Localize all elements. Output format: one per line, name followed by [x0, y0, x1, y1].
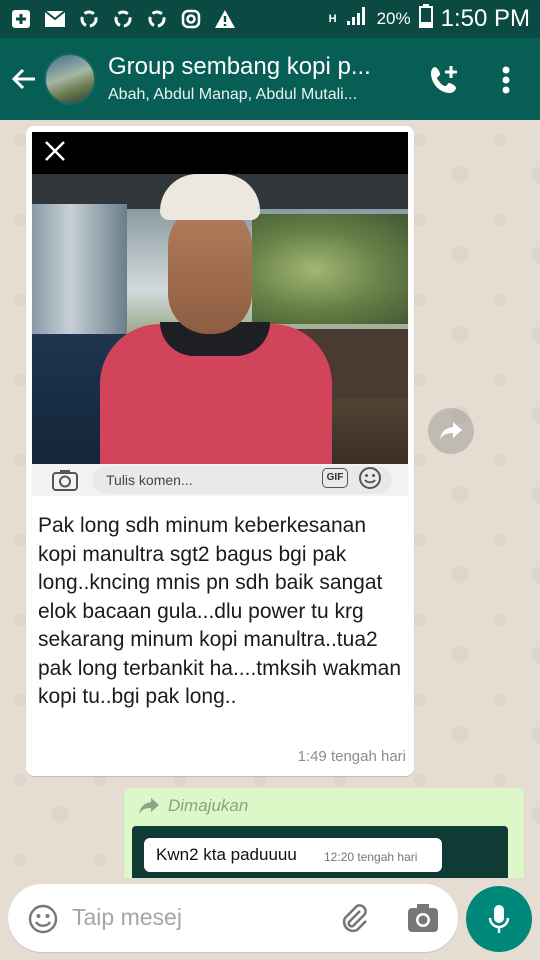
outgoing-message[interactable]: Dimajukan Kwn2 kta paduuuu 12:20 tengah … [124, 788, 524, 878]
back-button[interactable] [2, 38, 46, 120]
quoted-message: Kwn2 kta paduuuu 12:20 tengah hari [144, 838, 442, 872]
group-members: Abah, Abdul Manap, Abdul Mutali... [108, 86, 358, 103]
chat-header: Group sembang kopi p... Abah, Abdul Mana… [0, 38, 540, 120]
battery-icon [418, 4, 433, 34]
more-options-button[interactable] [488, 60, 524, 100]
message-timestamp: 1:49 tengah hari [297, 748, 406, 765]
instagram-icon [180, 8, 202, 30]
microphone-icon [488, 905, 510, 933]
forwarded-icon [139, 798, 159, 814]
battery-percent: 20% [376, 9, 411, 28]
group-avatar[interactable] [44, 53, 96, 105]
chat-area[interactable]: Tulis komen... GIF Pak long sdh minum ke… [0, 120, 540, 878]
network-type: H [328, 13, 337, 25]
photo-of-man [32, 174, 408, 464]
signal-icon [345, 5, 369, 33]
clock: 1:50 PM [440, 5, 530, 32]
chat-title-area[interactable]: Group sembang kopi p... Abah, Abdul Mana… [108, 52, 438, 106]
forwarded-image[interactable]: Kwn2 kta paduuuu 12:20 tengah hari [132, 826, 508, 878]
group-name: Group sembang kopi p... [108, 53, 371, 80]
comment-bar: Tulis komen... GIF [32, 464, 408, 496]
incoming-message[interactable]: Tulis komen... GIF Pak long sdh minum ke… [26, 126, 414, 776]
camera-icon [52, 469, 78, 491]
emoji-icon[interactable] [28, 904, 58, 934]
add-call-button[interactable] [424, 60, 464, 100]
shared-screenshot[interactable]: Tulis komen... GIF [32, 132, 408, 496]
mail-icon [44, 8, 66, 30]
close-icon [42, 138, 68, 164]
gif-icon: GIF [322, 468, 348, 488]
system-status: H 20% 1:50 PM [329, 4, 530, 34]
plus-square-icon [10, 8, 32, 30]
share-arrow-icon [440, 422, 462, 440]
voice-message-button[interactable] [466, 886, 532, 952]
forwarded-text: Dimajukan [168, 796, 249, 815]
forwarded-label: Dimajukan [138, 796, 248, 816]
camera-icon[interactable] [406, 902, 440, 934]
warning-icon [214, 8, 236, 30]
quoted-text: Kwn2 kta paduuuu [156, 845, 297, 864]
recycle-icon [112, 8, 134, 30]
kebab-menu-icon [502, 66, 510, 94]
recycle-icon [146, 8, 168, 30]
comment-placeholder: Tulis komen... [106, 472, 193, 488]
quoted-time: 12:20 tengah hari [324, 850, 418, 864]
recycle-icon [78, 8, 100, 30]
message-input[interactable]: Taip mesej [8, 884, 458, 952]
screenshot-topbar [32, 132, 408, 174]
composer-bar: Taip mesej [0, 878, 540, 960]
message-placeholder: Taip mesej [72, 904, 182, 930]
notification-icons [10, 8, 236, 30]
phone-plus-icon [431, 66, 457, 93]
message-text: Pak long sdh minum keberkesanan kopi man… [38, 514, 402, 708]
attach-icon[interactable] [338, 902, 370, 934]
forward-button[interactable] [428, 408, 474, 454]
status-bar: H 20% 1:50 PM [0, 0, 540, 38]
smiley-icon [358, 466, 382, 490]
back-arrow-icon [11, 68, 35, 90]
